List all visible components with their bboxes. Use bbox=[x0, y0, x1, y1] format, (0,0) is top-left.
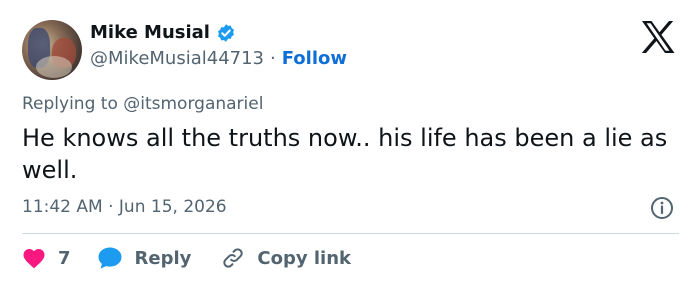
verified-badge-icon bbox=[218, 23, 234, 42]
like-count: 7 bbox=[58, 247, 71, 269]
replying-to-handle[interactable]: @itsmorganariel bbox=[123, 94, 263, 114]
reply-label: Reply bbox=[134, 247, 192, 269]
x-logo-icon[interactable] bbox=[640, 20, 676, 54]
author-display-name[interactable]: Mike Musial bbox=[90, 22, 210, 43]
like-button[interactable]: 7 bbox=[22, 247, 71, 269]
replying-to-line: Replying to @itsmorganariel bbox=[22, 94, 263, 114]
author-handle[interactable]: @MikeMusial44713 bbox=[90, 48, 264, 69]
separator-dot: · bbox=[270, 48, 276, 69]
reply-button[interactable]: Reply bbox=[97, 246, 192, 270]
tweet-actions: 7 Reply Copy link bbox=[22, 246, 351, 270]
tweet-timestamp[interactable]: 11:42 AM · Jun 15, 2026 bbox=[22, 197, 227, 217]
author-name-row: Mike Musial bbox=[90, 22, 236, 43]
separator-dot: · bbox=[108, 197, 114, 217]
tweet-time: 11:42 AM bbox=[22, 197, 103, 217]
heart-icon bbox=[23, 249, 45, 269]
author-handle-row: @MikeMusial44713 · Follow bbox=[90, 48, 347, 69]
speech-bubble-icon bbox=[98, 247, 122, 269]
copy-link-button[interactable]: Copy link bbox=[221, 246, 351, 270]
follow-button[interactable]: Follow bbox=[282, 48, 347, 69]
copy-link-label: Copy link bbox=[257, 247, 351, 269]
avatar-image-shape bbox=[36, 56, 72, 78]
divider bbox=[22, 233, 679, 234]
author-avatar[interactable] bbox=[22, 20, 82, 80]
replying-prefix: Replying to bbox=[22, 94, 118, 114]
tweet-text: He knows all the truths now.. his life h… bbox=[22, 124, 668, 184]
info-icon[interactable] bbox=[650, 196, 674, 220]
link-icon bbox=[223, 248, 244, 268]
tweet-date: Jun 15, 2026 bbox=[118, 197, 227, 217]
